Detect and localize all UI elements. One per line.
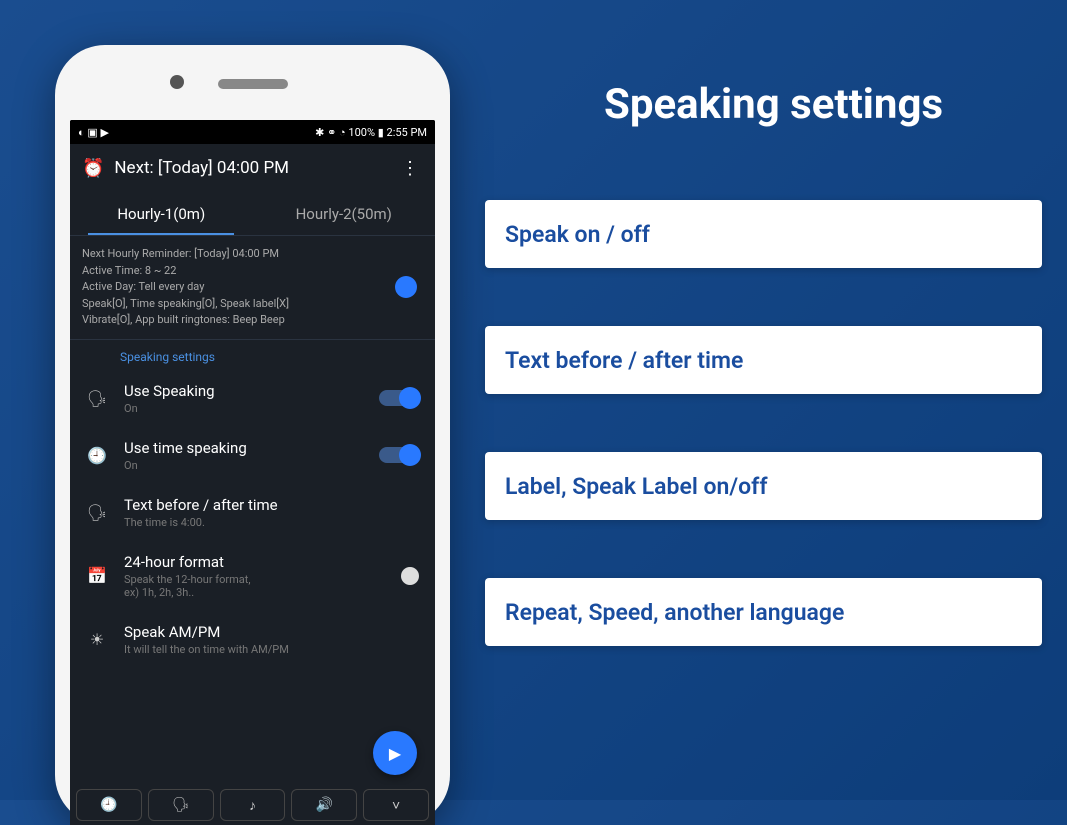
phone-screen: ◐ ▣ ▶ ✱ ⚭ ◔ 100% ▮ 2:55 PM ⏰ Next: [Toda… [70, 120, 435, 825]
setting-sub: On [124, 402, 363, 415]
info-line: Active Time: 8 ~ 22 [82, 263, 423, 280]
speak-icon: 🗣 [86, 503, 108, 522]
promo-card-3: Label, Speak Label on/off [485, 452, 1042, 520]
bottom-nav: 🕘 🗣 ♪ 🔊 ˅ [70, 785, 435, 825]
setting-text-before-after[interactable]: 🗣 Text before / after time The time is 4… [70, 484, 435, 541]
play-icon: ▶ [389, 744, 401, 763]
promo-card-1: Speak on / off [485, 200, 1042, 268]
switch-use-time-speaking[interactable] [379, 447, 419, 463]
setting-sub: It will tell the on time with AM/PM [124, 643, 419, 656]
info-line: Next Hourly Reminder: [Today] 04:00 PM [82, 246, 423, 263]
setting-use-speaking[interactable]: 🗣 Use Speaking On [70, 370, 435, 427]
nav-speak[interactable]: 🗣 [148, 789, 214, 821]
setting-title: Text before / after time [124, 496, 419, 514]
calendar-icon: 📅 [86, 566, 108, 585]
speak-icon: 🗣 [86, 389, 108, 408]
setting-speak-ampm[interactable]: ☀ Speak AM/PM It will tell the on time w… [70, 611, 435, 668]
tab-hourly-2[interactable]: Hourly-2(50m) [253, 192, 436, 235]
section-header: Speaking settings [70, 340, 435, 370]
music-icon: ♪ [249, 797, 256, 814]
alarm-icon: ⏰ [82, 158, 104, 179]
switch-use-speaking[interactable] [379, 390, 419, 406]
nav-music[interactable]: ♪ [220, 789, 286, 821]
tab-hourly-1[interactable]: Hourly-1(0m) [70, 192, 253, 235]
setting-title: 24-hour format [124, 553, 385, 571]
brightness-icon: ☀ [86, 630, 108, 649]
info-line: Active Day: Tell every day [82, 279, 423, 296]
phone-frame: ◐ ▣ ▶ ✱ ⚭ ◔ 100% ▮ 2:55 PM ⏰ Next: [Toda… [55, 45, 450, 825]
status-right: ✱ ⚭ ◔ 100% ▮ 2:55 PM [315, 126, 427, 139]
status-bar: ◐ ▣ ▶ ✱ ⚭ ◔ 100% ▮ 2:55 PM [70, 120, 435, 144]
info-active-dot[interactable] [395, 276, 417, 298]
setting-title: Use Speaking [124, 382, 363, 400]
setting-sub: The time is 4:00. [124, 516, 419, 529]
radio-24h[interactable] [401, 567, 419, 585]
speak-icon: 🗣 [172, 797, 190, 813]
info-line: Speak[O], Time speaking[O], Speak label[… [82, 296, 423, 313]
tab-bar: Hourly-1(0m) Hourly-2(50m) [70, 192, 435, 236]
promo-card-2: Text before / after time [485, 326, 1042, 394]
status-left-icons: ◐ ▣ ▶ [78, 126, 109, 139]
setting-sub: Speak the 12-hour format, ex) 1h, 2h, 3h… [124, 573, 385, 599]
phone-speaker [218, 79, 288, 89]
promo-card-4: Repeat, Speed, another language [485, 578, 1042, 646]
setting-use-time-speaking[interactable]: 🕘 Use time speaking On [70, 427, 435, 484]
play-fab[interactable]: ▶ [373, 731, 417, 775]
info-card[interactable]: Next Hourly Reminder: [Today] 04:00 PM A… [70, 236, 435, 340]
app-bar: ⏰ Next: [Today] 04:00 PM ⋮ [70, 144, 435, 192]
setting-sub: On [124, 459, 363, 472]
phone-camera [170, 75, 184, 89]
setting-title: Speak AM/PM [124, 623, 419, 641]
clock-icon: 🕘 [86, 446, 108, 465]
nav-more[interactable]: ˅ [363, 789, 429, 821]
nav-volume[interactable]: 🔊 [291, 789, 357, 821]
chevron-down-icon: ˅ [392, 797, 400, 814]
promo-title: Speaking settings [520, 80, 1027, 129]
clock-icon: 🕘 [100, 797, 117, 813]
volume-icon: 🔊 [316, 797, 333, 813]
appbar-title: Next: [Today] 04:00 PM [114, 158, 397, 178]
setting-24h-format[interactable]: 📅 24-hour format Speak the 12-hour forma… [70, 541, 435, 611]
info-line: Vibrate[O], App built ringtones: Beep Be… [82, 312, 423, 329]
setting-title: Use time speaking [124, 439, 363, 457]
more-icon[interactable]: ⋮ [397, 158, 423, 179]
nav-clock[interactable]: 🕘 [76, 789, 142, 821]
